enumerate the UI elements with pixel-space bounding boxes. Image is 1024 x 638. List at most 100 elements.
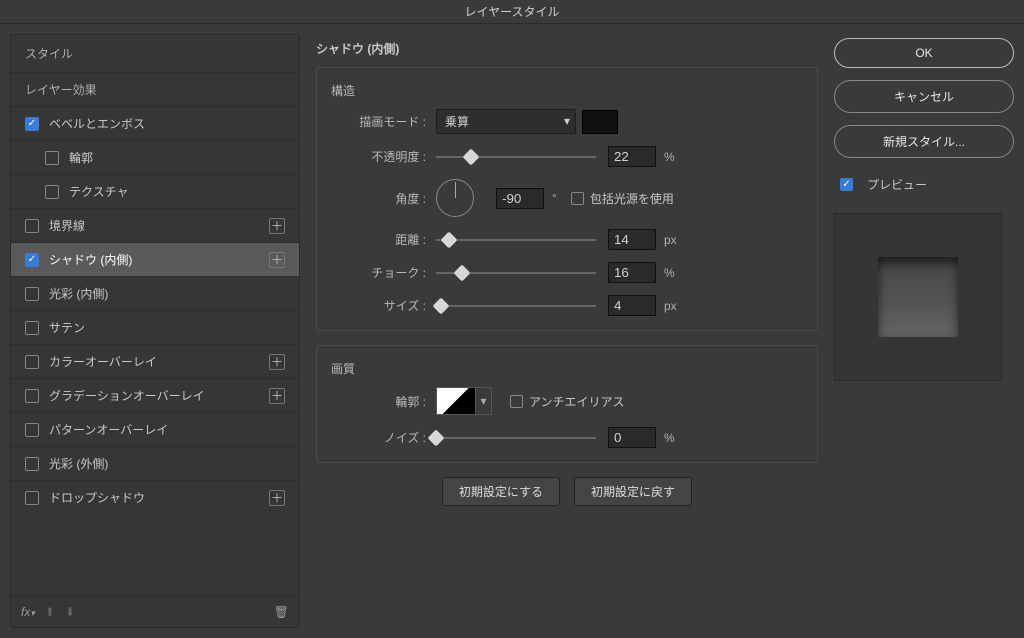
contour-picker[interactable] [436,387,476,415]
style-item-label: 光彩 (内側) [49,285,285,302]
style-item-label: テクスチャ [69,183,285,200]
style-item-10[interactable]: 光彩 (外側) [11,446,299,480]
preview-checkbox[interactable]: ✓ [840,178,853,191]
global-light-label[interactable]: 包括光源を使用 [590,190,674,207]
add-effect-icon[interactable]: ＋ [269,218,285,234]
style-item-11[interactable]: ドロップシャドウ＋ [11,480,299,514]
style-item-7[interactable]: カラーオーバーレイ＋ [11,344,299,378]
style-checkbox[interactable] [25,321,39,335]
make-default-button[interactable]: 初期設定にする [442,477,560,506]
opacity-label: 不透明度 : [331,148,436,165]
move-down-icon[interactable]: ⬇ [65,605,75,619]
style-checkbox[interactable]: ✓ [25,253,39,267]
add-effect-icon[interactable]: ＋ [269,388,285,404]
global-light-checkbox[interactable] [571,192,584,205]
reset-default-button[interactable]: 初期設定に戻す [574,477,692,506]
style-item-2[interactable]: テクスチャ [11,174,299,208]
contour-caret[interactable]: ▾ [476,387,492,415]
style-item-label: 光彩 (外側) [49,455,285,472]
choke-input[interactable] [608,262,656,283]
antialias-label[interactable]: アンチエイリアス [529,393,625,410]
style-checkbox[interactable] [25,423,39,437]
style-item-4[interactable]: ✓ シャドウ (内側)＋ [11,242,299,276]
noise-unit: % [664,431,675,445]
style-item-label: シャドウ (内側) [49,251,269,268]
quality-title: 画質 [331,360,803,377]
angle-label: 角度 : [331,190,436,207]
distance-label: 距離 : [331,231,436,248]
move-up-icon[interactable]: ⬆ [45,605,55,619]
style-checkbox[interactable] [45,185,59,199]
angle-unit: ° [552,191,557,205]
distance-unit: px [664,233,677,247]
style-item-label: ドロップシャドウ [49,489,269,506]
sidebar-styles-heading[interactable]: スタイル [11,35,299,72]
opacity-slider[interactable] [436,149,596,165]
style-checkbox[interactable] [45,151,59,165]
style-item-3[interactable]: 境界線＋ [11,208,299,242]
style-checkbox[interactable] [25,355,39,369]
style-checkbox[interactable] [25,287,39,301]
new-style-button[interactable]: 新規スタイル... [834,125,1014,158]
preview-thumbnail [878,257,958,337]
distance-slider[interactable] [436,232,596,248]
size-input[interactable] [608,295,656,316]
sidebar-layer-effects[interactable]: レイヤー効果 [11,72,299,106]
window-title: レイヤースタイル [0,0,1024,24]
settings-panel: シャドウ (内側) 構造 描画モード : 乗算▾ 不透明度 : % [300,34,834,628]
preview-label[interactable]: プレビュー [867,176,927,193]
style-item-label: 境界線 [49,217,269,234]
size-unit: px [664,299,677,313]
add-effect-icon[interactable]: ＋ [269,252,285,268]
structure-group: 構造 描画モード : 乗算▾ 不透明度 : % [316,67,818,331]
angle-input[interactable] [496,188,544,209]
add-effect-icon[interactable]: ＋ [269,490,285,506]
contour-label: 輪郭 : [331,393,436,410]
quality-group: 画質 輪郭 : ▾ アンチエイリアス ノイズ : % [316,345,818,463]
noise-label: ノイズ : [331,429,436,446]
style-item-label: カラーオーバーレイ [49,353,269,370]
style-item-6[interactable]: サテン [11,310,299,344]
style-checkbox[interactable] [25,389,39,403]
style-item-label: パターンオーバーレイ [49,421,285,438]
styles-sidebar: スタイル レイヤー効果 ✓ベベルとエンボス輪郭テクスチャ境界線＋✓シャドウ (内… [10,34,300,628]
style-item-8[interactable]: グラデーションオーバーレイ＋ [11,378,299,412]
structure-title: 構造 [331,82,803,99]
layer-style-dialog: レイヤースタイル スタイル レイヤー効果 ✓ベベルとエンボス輪郭テクスチャ境界線… [0,0,1024,638]
style-checkbox[interactable] [25,219,39,233]
trash-icon[interactable]: 🗑 [274,605,289,619]
style-item-5[interactable]: 光彩 (内側) [11,276,299,310]
fx-menu-icon[interactable]: fx▾ [21,605,35,619]
dialog-right-column: OK キャンセル 新規スタイル... ✓ プレビュー [834,34,1014,628]
style-checkbox[interactable]: ✓ [25,117,39,131]
panel-title: シャドウ (内側) [316,34,818,67]
preview-box [834,213,1002,381]
dialog-content: スタイル レイヤー効果 ✓ベベルとエンボス輪郭テクスチャ境界線＋✓シャドウ (内… [0,24,1024,638]
noise-slider[interactable] [436,430,596,446]
antialias-checkbox[interactable] [510,395,523,408]
size-slider[interactable] [436,298,596,314]
style-checkbox[interactable] [25,457,39,471]
distance-input[interactable] [608,229,656,250]
style-item-1[interactable]: 輪郭 [11,140,299,174]
opacity-input[interactable] [608,146,656,167]
add-effect-icon[interactable]: ＋ [269,354,285,370]
size-label: サイズ : [331,297,436,314]
cancel-button[interactable]: キャンセル [834,80,1014,113]
ok-button[interactable]: OK [834,38,1014,68]
angle-knob[interactable] [436,179,474,217]
style-checkbox[interactable] [25,491,39,505]
choke-slider[interactable] [436,265,596,281]
blend-mode-select[interactable]: 乗算▾ [436,109,576,134]
choke-unit: % [664,266,675,280]
choke-label: チョーク : [331,264,436,281]
style-item-label: サテン [49,319,285,336]
style-item-label: 輪郭 [69,149,285,166]
style-item-9[interactable]: パターンオーバーレイ [11,412,299,446]
color-swatch[interactable] [582,110,618,134]
sidebar-footer: fx▾ ⬆ ⬇ 🗑 [11,596,299,627]
opacity-unit: % [664,150,675,164]
style-item-0[interactable]: ✓ベベルとエンボス [11,106,299,140]
noise-input[interactable] [608,427,656,448]
blend-mode-label: 描画モード : [331,113,436,130]
